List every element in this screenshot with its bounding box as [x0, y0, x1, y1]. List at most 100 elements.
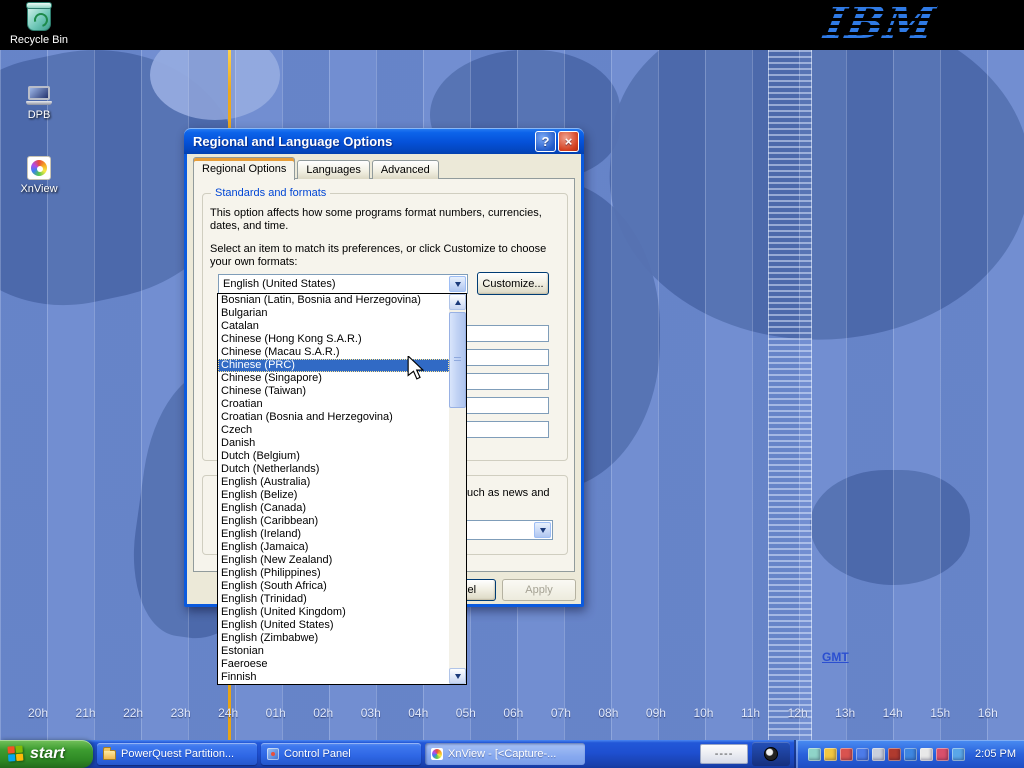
tray-icon-9[interactable]: [936, 748, 949, 761]
language-option[interactable]: English (Jamaica): [218, 541, 449, 554]
taskbar-task-button[interactable]: XnView - [<Capture-...: [425, 743, 585, 765]
tray-icons: [808, 748, 965, 761]
standards-description: This option affects how some programs fo…: [210, 207, 550, 233]
standards-instruction: Select an item to match its preferences,…: [210, 243, 550, 269]
group-caption: Standards and formats: [211, 187, 330, 199]
language-option[interactable]: Estonian: [218, 645, 449, 658]
taskbar-overflow-button[interactable]: ----: [700, 744, 748, 764]
desktop-icon-recycle-bin[interactable]: Recycle Bin: [0, 4, 78, 46]
dialog-title: Regional and Language Options: [193, 134, 533, 149]
windows-flag-icon: [7, 745, 25, 763]
timezone-label: 07h: [551, 706, 571, 720]
language-option[interactable]: Czech: [218, 424, 449, 437]
timezone-label: 21h: [76, 706, 96, 720]
taskbar-task-button[interactable]: Control Panel: [261, 743, 421, 765]
timezone-label: 04h: [408, 706, 428, 720]
language-option[interactable]: English (Canada): [218, 502, 449, 515]
taskbar-task-area: PowerQuest Partition... Control PanelXnVi…: [93, 740, 585, 768]
tray-icon-6[interactable]: [888, 748, 901, 761]
language-option[interactable]: Dutch (Netherlands): [218, 463, 449, 476]
timezone-label: 01h: [266, 706, 286, 720]
language-option[interactable]: English (United Kingdom): [218, 606, 449, 619]
apply-button[interactable]: Apply: [502, 579, 576, 601]
format-combobox[interactable]: English (United States): [218, 274, 468, 294]
scroll-down-icon[interactable]: [449, 668, 466, 684]
language-option[interactable]: Chinese (Taiwan): [218, 385, 449, 398]
language-option[interactable]: Danish: [218, 437, 449, 450]
timezone-label: 06h: [503, 706, 523, 720]
language-option[interactable]: English (United States): [218, 619, 449, 632]
language-list: Bosnian (Latin, Bosnia and Herzegovina)B…: [217, 293, 467, 685]
language-option[interactable]: English (New Zealand): [218, 554, 449, 567]
scrollbar-thumb[interactable]: [449, 312, 466, 408]
timezone-label: 22h: [123, 706, 143, 720]
language-option[interactable]: English (Caribbean): [218, 515, 449, 528]
tray-icon-5[interactable]: [872, 748, 885, 761]
gmt-label: GMT: [822, 650, 849, 664]
taskbar-task-button[interactable]: PowerQuest Partition...: [97, 743, 257, 765]
scroll-up-icon[interactable]: [449, 294, 466, 310]
start-label: start: [30, 745, 65, 763]
dialog-titlebar[interactable]: Regional and Language Options ? ×: [184, 128, 584, 154]
language-option[interactable]: English (Belize): [218, 489, 449, 502]
help-button[interactable]: ?: [535, 131, 556, 152]
tab-advanced[interactable]: Advanced: [372, 160, 439, 179]
format-combobox-value: English (United States): [223, 278, 336, 290]
tray-icon-2[interactable]: [824, 748, 837, 761]
taskbar: start PowerQuest Partition... Control Pan…: [0, 740, 1024, 768]
xnview-icon: [27, 156, 51, 180]
timezone-label: 14h: [883, 706, 903, 720]
tray-icon-4[interactable]: [856, 748, 869, 761]
top-banner: IBM: [0, 0, 1024, 50]
language-option[interactable]: Bosnian (Latin, Bosnia and Herzegovina): [218, 294, 449, 307]
language-option[interactable]: Chinese (Hong Kong S.A.R.): [218, 333, 449, 346]
language-option[interactable]: English (Zimbabwe): [218, 632, 449, 645]
timezone-label: 12h: [788, 706, 808, 720]
language-option[interactable]: Bulgarian: [218, 307, 449, 320]
timezone-label: 13h: [835, 706, 855, 720]
xnview-icon: [431, 748, 443, 760]
language-option[interactable]: English (Ireland): [218, 528, 449, 541]
language-option[interactable]: Croatian (Bosnia and Herzegovina): [218, 411, 449, 424]
language-option[interactable]: English (Australia): [218, 476, 449, 489]
desktop-icon-xnview[interactable]: XnView: [0, 156, 78, 195]
recycle-bin-icon: [27, 4, 51, 31]
system-tray: 2:05 PM: [794, 740, 1024, 768]
language-option[interactable]: English (Trinidad): [218, 593, 449, 606]
tab-languages[interactable]: Languages: [297, 160, 369, 179]
taskbar-clock[interactable]: 2:05 PM: [975, 748, 1016, 760]
timezone-label: 15h: [930, 706, 950, 720]
timezone-label: 23h: [171, 706, 191, 720]
language-option[interactable]: Dutch (Belgium): [218, 450, 449, 463]
timezone-label: 09h: [646, 706, 666, 720]
app-orb-icon: [764, 747, 778, 761]
tray-icon-10[interactable]: [952, 748, 965, 761]
taskbar-icon-button[interactable]: [752, 742, 790, 766]
timezone-label: 16h: [978, 706, 998, 720]
tab-regional-options[interactable]: Regional Options: [193, 157, 295, 180]
mouse-cursor: [406, 356, 424, 385]
language-option[interactable]: Catalan: [218, 320, 449, 333]
start-button[interactable]: start: [0, 740, 93, 768]
language-option[interactable]: Faeroese: [218, 658, 449, 671]
gmt-band: [768, 50, 812, 740]
language-option[interactable]: Finnish: [218, 671, 449, 684]
timezone-label: 11h: [741, 706, 760, 720]
tray-icon-3[interactable]: [840, 748, 853, 761]
tray-icon-8[interactable]: [920, 748, 933, 761]
tab-strip: Regional Options Languages Advanced: [193, 157, 441, 179]
dropdown-arrow-icon[interactable]: [449, 276, 466, 292]
language-option[interactable]: English (Philippines): [218, 567, 449, 580]
tray-icon-7[interactable]: [904, 748, 917, 761]
ibm-logo: IBM: [820, 0, 938, 48]
task-label: PowerQuest Partition...: [121, 748, 234, 760]
dropdown-arrow-icon[interactable]: [534, 522, 551, 538]
language-option[interactable]: English (South Africa): [218, 580, 449, 593]
customize-button[interactable]: Customize...: [477, 272, 549, 295]
close-button[interactable]: ×: [558, 131, 579, 152]
desktop-icon-label: Recycle Bin: [0, 34, 78, 46]
language-option[interactable]: Croatian: [218, 398, 449, 411]
tray-icon-1[interactable]: [808, 748, 821, 761]
scrollbar[interactable]: [449, 294, 466, 684]
desktop-icon-dpb[interactable]: DPB: [0, 86, 78, 121]
